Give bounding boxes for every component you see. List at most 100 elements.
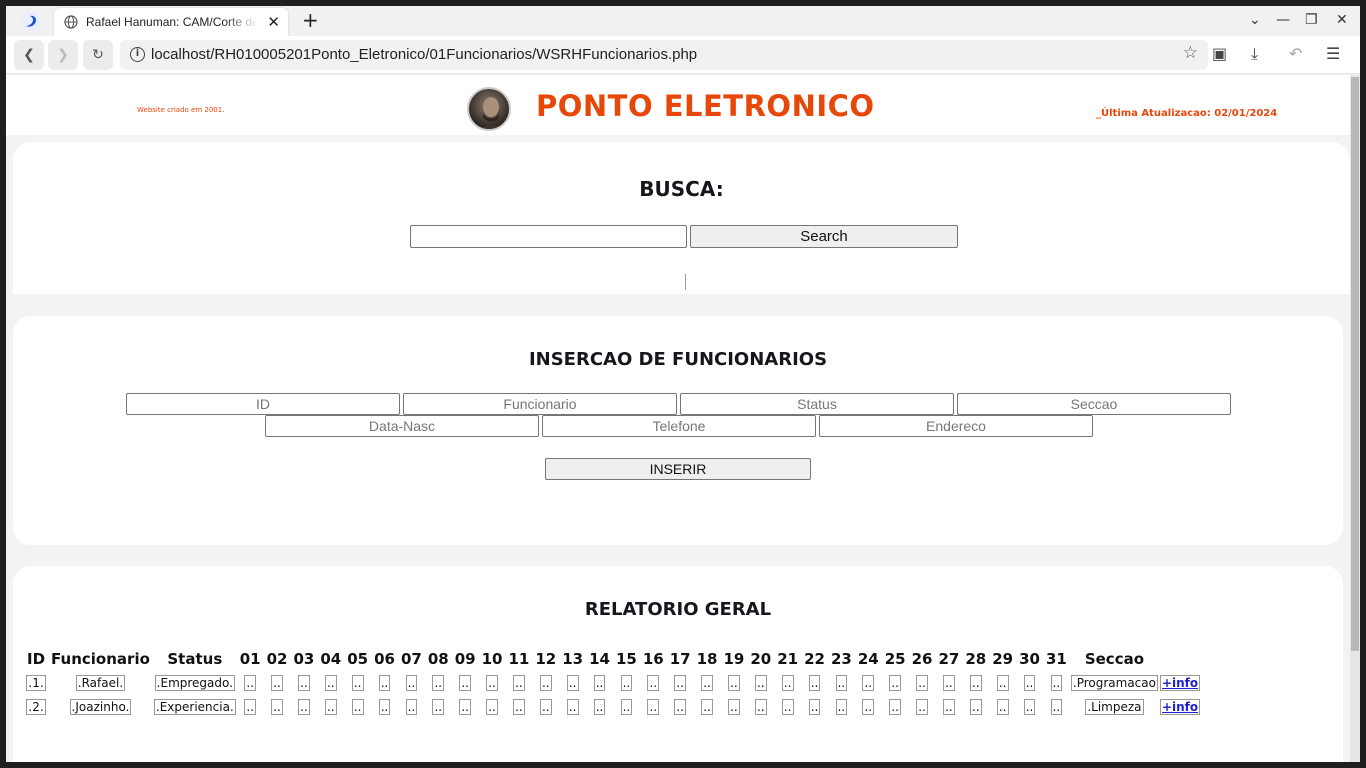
day-mark: .. — [459, 699, 471, 715]
employee-id: .1. — [26, 675, 46, 691]
divider — [685, 274, 686, 290]
more-info-link-cell: +info — [1159, 696, 1201, 718]
day-mark: .. — [378, 699, 391, 715]
report-header-cell: ID — [27, 650, 46, 668]
report-header-cell — [1160, 648, 1200, 670]
minimize-icon[interactable]: — — [1276, 12, 1290, 28]
tab-strip: Rafael Hanuman: CAM/Corte de M ✕ + ⌄ — ❐… — [6, 6, 1360, 38]
report-header-cell: 19 — [723, 650, 745, 668]
vault-icon[interactable]: ▣ — [1212, 44, 1227, 63]
day-mark-cell: .. — [641, 696, 666, 718]
download-icon[interactable]: ⤓ — [1251, 44, 1258, 64]
restore-icon[interactable]: ❐ — [1305, 12, 1318, 28]
report-header-cell: 21 — [777, 650, 799, 668]
insert-section: INSERCAO DE FUNCIONARIOS ID Funcionario … — [13, 316, 1343, 545]
day-mark: .. — [405, 699, 418, 715]
table-row: .2. .Joazinho. .Experiencia...............… — [25, 696, 1201, 718]
day-mark: .. — [432, 675, 445, 691]
employee-section-cell: .Programacao — [1070, 672, 1158, 694]
page-scrollbar[interactable] — [1350, 75, 1360, 762]
report-header-cell: 22 — [804, 650, 825, 668]
day-mark-cell: .. — [668, 672, 693, 694]
status-field[interactable]: Status — [680, 393, 954, 415]
day-mark: .. — [889, 675, 901, 691]
day-mark: .. — [298, 675, 310, 691]
close-tab-icon[interactable]: ✕ — [267, 13, 280, 31]
site-info-icon[interactable]: i — [130, 47, 145, 62]
tab-title: Rafael Hanuman: CAM/Corte de M — [86, 15, 258, 29]
report-header-cell: 25 — [884, 650, 906, 668]
day-mark: .. — [324, 699, 337, 715]
day-mark-cell: .. — [990, 696, 1015, 718]
id-field[interactable]: ID — [126, 393, 400, 415]
report-header-cell: 03 — [293, 650, 315, 668]
employee-name-cell: .Rafael. — [49, 672, 152, 694]
day-mark-cell: .. — [399, 672, 424, 694]
endereco-field[interactable]: Endereco — [819, 415, 1093, 437]
reload-icon[interactable]: ↻ — [83, 40, 113, 70]
inserir-button[interactable]: INSERIR — [545, 458, 811, 480]
employee-status-cell: .Experiencia. — [153, 696, 236, 718]
created-note: Website criado em 2001. — [137, 106, 225, 114]
day-mark: .. — [324, 675, 337, 691]
employee-name: .Joazinho. — [69, 699, 132, 715]
report-section: RELATORIO GERAL ID Funcionario Status 01 02 0… — [13, 566, 1343, 762]
menu-icon[interactable]: ☰ — [1326, 44, 1340, 63]
day-mark: .. — [486, 699, 498, 715]
report-header-row: ID Funcionario Status 01 02 03 04 05 06 07 08 09 10 1… — [25, 648, 1200, 670]
search-input[interactable] — [410, 225, 687, 248]
day-mark: .. — [566, 675, 579, 691]
url-text[interactable]: localhost/RH010005201Ponto_Eletronico/01… — [151, 46, 697, 63]
day-mark-cell: .. — [883, 672, 908, 694]
employee-name-cell: .Joazinho. — [49, 696, 152, 718]
day-mark: .. — [405, 675, 418, 691]
day-mark: .. — [969, 699, 982, 715]
report-header-cell: 09 — [454, 650, 476, 668]
browser-tab[interactable]: Rafael Hanuman: CAM/Corte de M ✕ — [54, 8, 288, 38]
bookmark-star-icon[interactable]: ☆ — [1183, 43, 1198, 63]
data-nasc-field[interactable]: Data-Nasc — [265, 415, 539, 437]
funcionario-field[interactable]: Funcionario — [403, 393, 677, 415]
report-header-cell: Seccao — [1084, 650, 1145, 668]
address-bar[interactable]: i localhost/RH010005201Ponto_Eletronico/… — [120, 40, 1208, 70]
globe-icon — [64, 15, 78, 29]
day-mark-cell: .. — [507, 672, 532, 694]
search-button[interactable]: Search — [690, 225, 958, 248]
day-mark: .. — [728, 675, 740, 691]
day-mark: .. — [674, 675, 686, 691]
day-mark-cell: .. — [1044, 672, 1069, 694]
telefone-field[interactable]: Telefone — [542, 415, 816, 437]
day-mark-cell: .. — [318, 672, 343, 694]
site-brand: PONTO ELETRONICO — [536, 89, 875, 123]
report-header-cell: 05 — [347, 650, 369, 668]
day-mark-cell: .. — [372, 672, 397, 694]
day-mark-cell: .. — [453, 672, 478, 694]
day-mark-cell: .. — [507, 696, 532, 718]
day-mark-cell: .. — [775, 696, 800, 718]
scrollbar-thumb[interactable] — [1351, 77, 1359, 651]
day-mark-cell: .. — [829, 672, 854, 694]
close-window-icon[interactable]: ✕ — [1336, 12, 1348, 28]
tab-list-chevron-icon[interactable]: ⌄ — [1249, 12, 1261, 28]
day-mark: .. — [969, 675, 982, 691]
table-row: .1. .Rafael. .Empregado...................… — [25, 672, 1201, 694]
new-tab-icon[interactable]: + — [302, 9, 319, 31]
forward-icon[interactable]: ❯ — [48, 40, 78, 70]
more-info-link[interactable]: +info — [1159, 675, 1201, 691]
report-header-cell: 06 — [374, 650, 395, 668]
report-header-cell: 29 — [992, 650, 1014, 668]
day-mark: .. — [351, 699, 364, 715]
day-mark-cell: .. — [614, 672, 639, 694]
day-mark-cell: .. — [1044, 696, 1069, 718]
employee-status: .Experiencia. — [153, 699, 236, 715]
day-mark-cell: .. — [883, 696, 908, 718]
day-mark-cell: .. — [238, 672, 263, 694]
day-mark: .. — [916, 675, 928, 691]
employee-id-cell: .1. — [25, 672, 47, 694]
browser-logo-icon[interactable] — [20, 11, 42, 33]
undo-icon[interactable]: ↶ — [1289, 44, 1302, 63]
seccao-field[interactable]: Seccao — [957, 393, 1231, 415]
more-info-link[interactable]: +info — [1159, 699, 1201, 715]
day-mark: .. — [1023, 699, 1036, 715]
back-icon[interactable]: ❮ — [14, 40, 44, 70]
